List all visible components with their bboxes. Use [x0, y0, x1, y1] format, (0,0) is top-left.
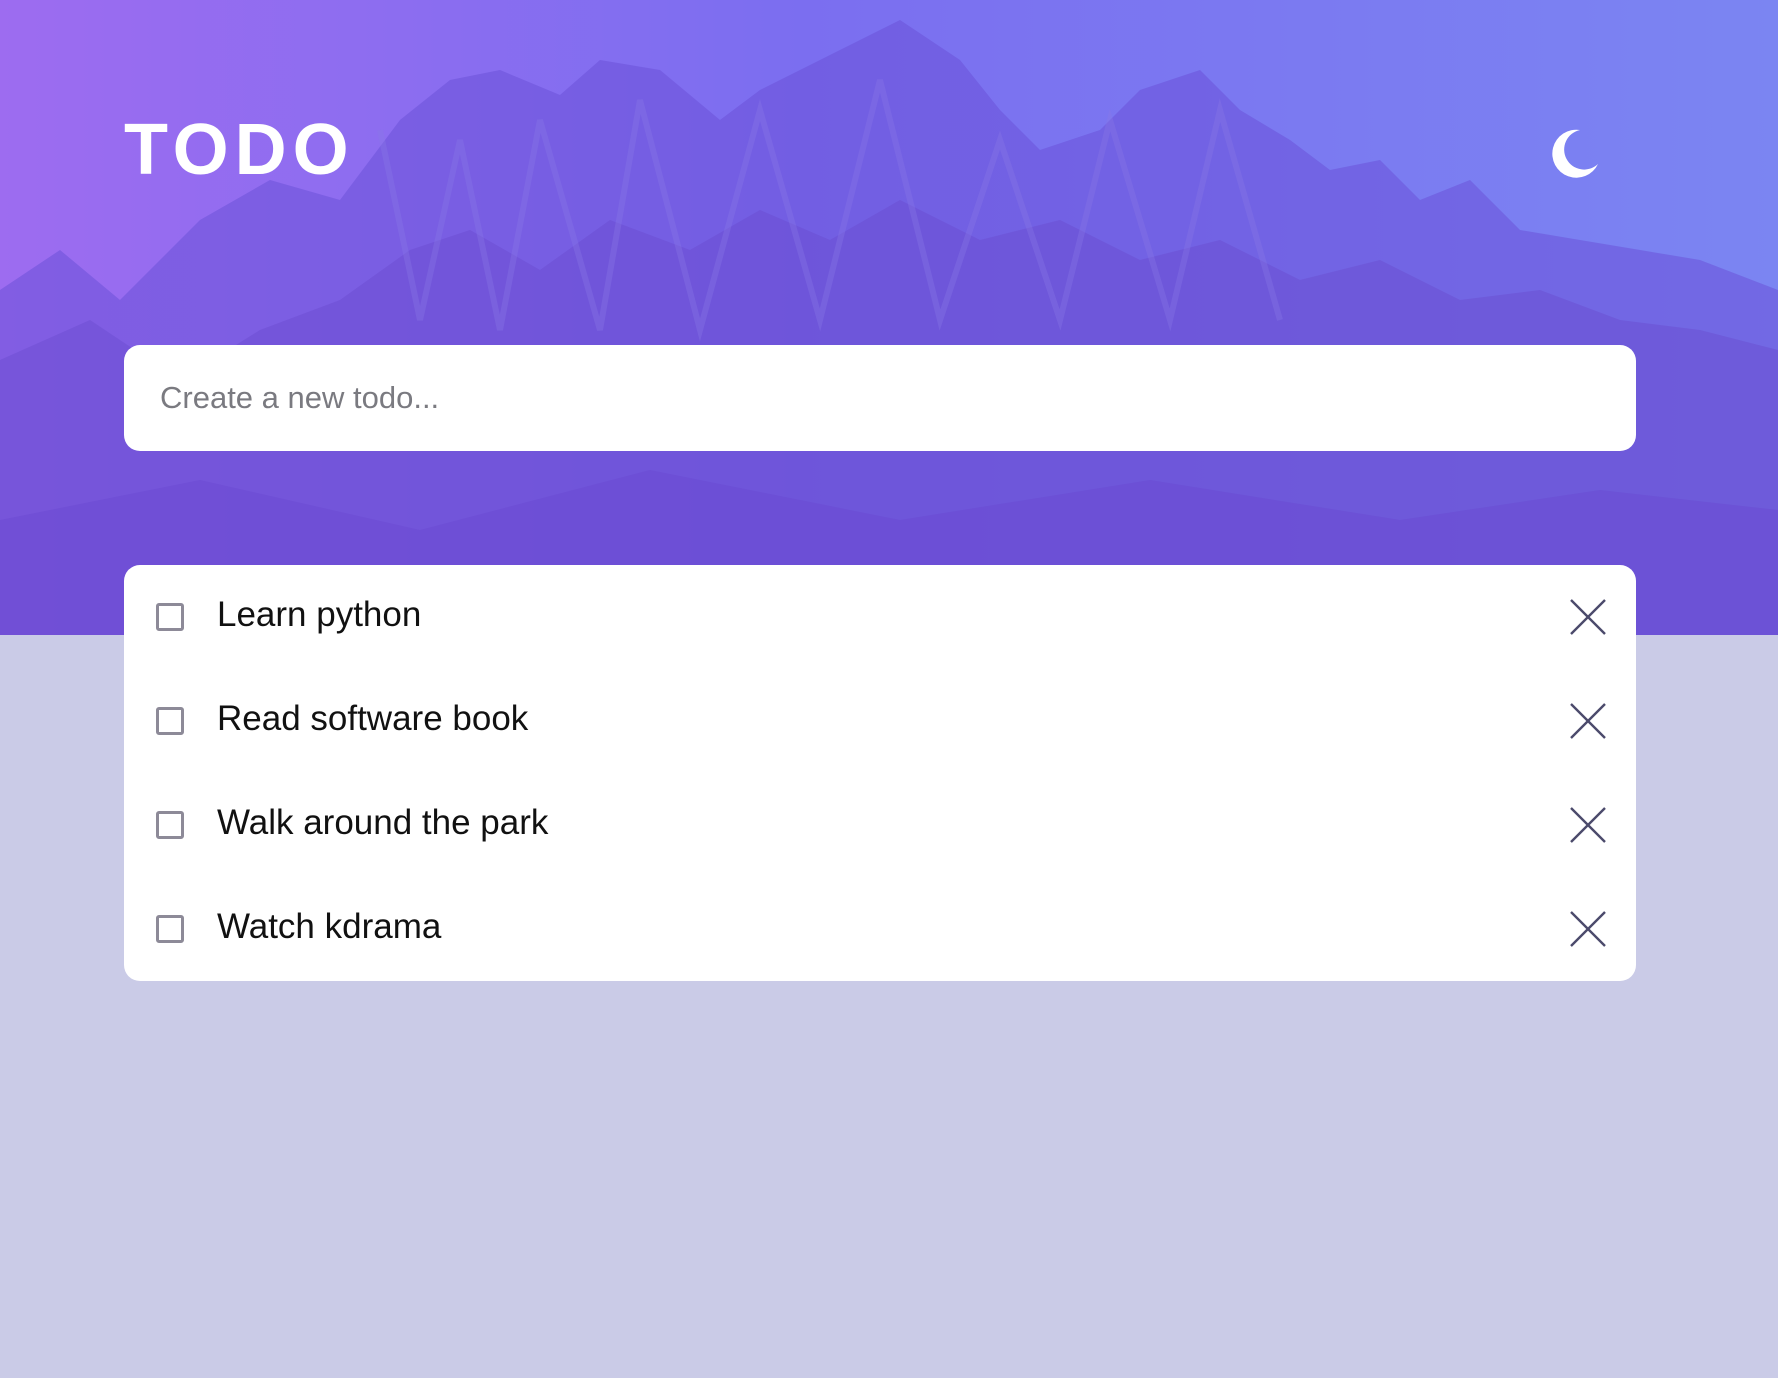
todo-text[interactable]: Read software book [217, 697, 528, 741]
todo-item: Walk around the park [124, 773, 1636, 877]
todo-checkbox[interactable] [156, 707, 184, 735]
todo-list: Learn python Read software book Walk aro… [124, 565, 1636, 981]
close-icon [1570, 703, 1606, 739]
todo-text[interactable]: Walk around the park [217, 801, 548, 845]
theme-toggle-button[interactable] [1540, 122, 1604, 186]
new-todo-field[interactable] [124, 345, 1636, 451]
todo-item: Read software book [124, 669, 1636, 773]
mountain-background-image [0, 20, 1778, 635]
close-icon [1570, 911, 1606, 947]
todo-text[interactable]: Learn python [217, 593, 421, 637]
todo-item: Learn python [124, 565, 1636, 669]
new-todo-input[interactable] [158, 379, 1602, 417]
todo-checkbox[interactable] [156, 603, 184, 631]
todo-item: Watch kdrama [124, 877, 1636, 981]
app-title: TODO [124, 110, 355, 190]
todo-checkbox[interactable] [156, 811, 184, 839]
delete-button[interactable] [1568, 909, 1608, 949]
delete-button[interactable] [1568, 701, 1608, 741]
todo-text[interactable]: Watch kdrama [217, 905, 441, 949]
delete-button[interactable] [1568, 805, 1608, 845]
header-background [0, 0, 1778, 635]
todo-checkbox[interactable] [156, 915, 184, 943]
delete-button[interactable] [1568, 597, 1608, 637]
close-icon [1570, 807, 1606, 843]
close-icon [1570, 599, 1606, 635]
moon-icon [1552, 129, 1598, 178]
